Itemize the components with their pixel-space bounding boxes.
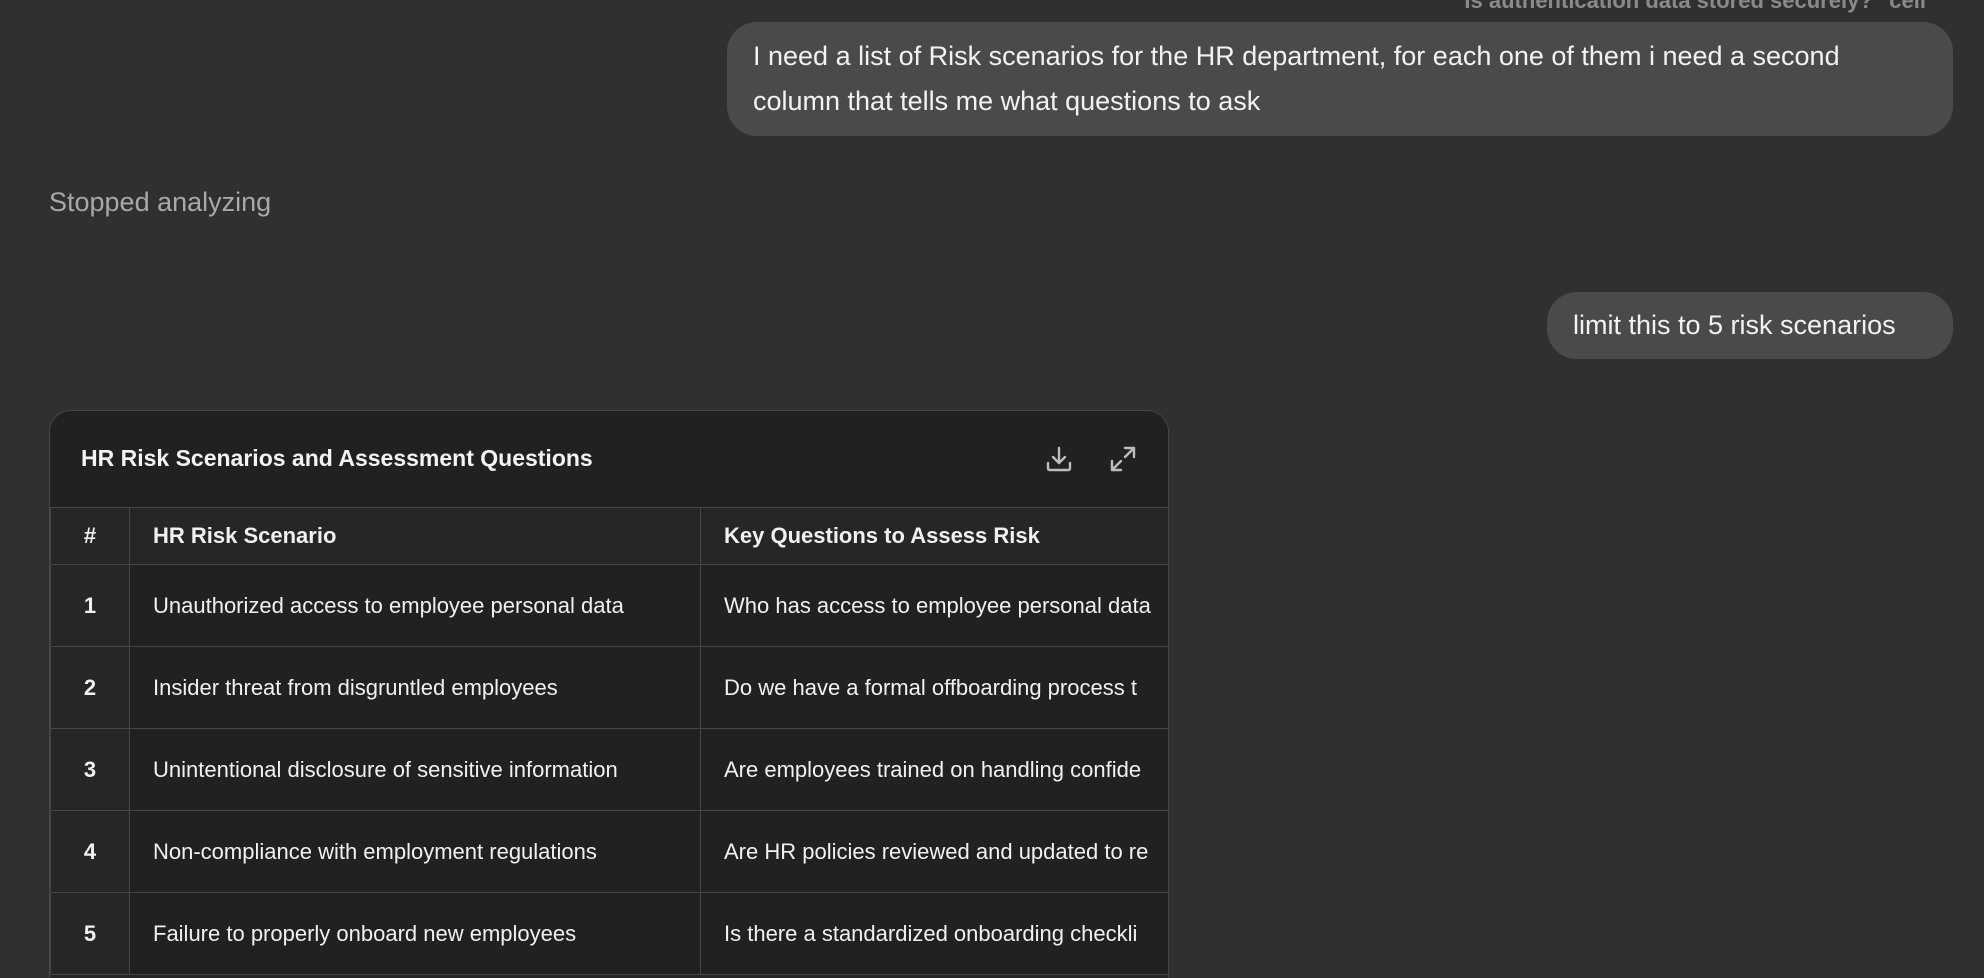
previous-message-fragment: Is authentication data stored securely?"… <box>1464 0 1926 13</box>
expand-icon <box>1110 446 1136 472</box>
download-icon <box>1046 446 1072 472</box>
download-button[interactable] <box>1041 441 1077 477</box>
key-question-cell[interactable]: Who has access to employee personal data <box>700 564 1168 647</box>
risk-scenario-cell[interactable]: Non-compliance with employment regulatio… <box>129 810 701 893</box>
user-message-bubble-limit: limit this to 5 risk scenarios <box>1547 292 1953 359</box>
key-question-cell[interactable]: Are HR policies reviewed and updated to … <box>700 810 1168 893</box>
table-row: 2 Insider threat from disgruntled employ… <box>50 646 1168 729</box>
table-row: 3 Unintentional disclosure of sensitive … <box>50 728 1168 811</box>
table-row: 1 Unauthorized access to employee person… <box>50 564 1168 647</box>
risk-scenario-cell[interactable]: Failure to properly onboard new employee… <box>129 892 701 975</box>
table-row: 4 Non-compliance with employment regulat… <box>50 810 1168 893</box>
risk-scenario-cell[interactable]: Unauthorized access to employee personal… <box>129 564 701 647</box>
column-header-questions[interactable]: Key Questions to Assess Risk <box>700 507 1168 565</box>
table-header-row: # HR Risk Scenario Key Questions to Asse… <box>50 507 1168 565</box>
risk-scenario-cell[interactable]: Unintentional disclosure of sensitive in… <box>129 728 701 811</box>
table-card: HR Risk Scenarios and Assessment Questio… <box>49 410 1169 978</box>
user-message-bubble: I need a list of Risk scenarios for the … <box>727 22 1953 136</box>
row-number[interactable]: 5 <box>50 892 130 975</box>
expand-button[interactable] <box>1105 441 1141 477</box>
row-number[interactable]: 3 <box>50 728 130 811</box>
table-card-header: HR Risk Scenarios and Assessment Questio… <box>50 411 1168 507</box>
risk-table: # HR Risk Scenario Key Questions to Asse… <box>50 507 1168 975</box>
row-number[interactable]: 4 <box>50 810 130 893</box>
row-number[interactable]: 1 <box>50 564 130 647</box>
risk-scenario-cell[interactable]: Insider threat from disgruntled employee… <box>129 646 701 729</box>
chat-page: Is authentication data stored securely?"… <box>0 0 1984 978</box>
key-question-cell[interactable]: Do we have a formal offboarding process … <box>700 646 1168 729</box>
analysis-status: Stopped analyzing <box>49 187 272 217</box>
column-header-number[interactable]: # <box>50 507 130 565</box>
column-header-scenario[interactable]: HR Risk Scenario <box>129 507 701 565</box>
table-row: 5 Failure to properly onboard new employ… <box>50 892 1168 975</box>
key-question-cell[interactable]: Is there a standardized onboarding check… <box>700 892 1168 975</box>
table-title: HR Risk Scenarios and Assessment Questio… <box>81 445 593 471</box>
key-question-cell[interactable]: Are employees trained on handling confid… <box>700 728 1168 811</box>
row-number[interactable]: 2 <box>50 646 130 729</box>
